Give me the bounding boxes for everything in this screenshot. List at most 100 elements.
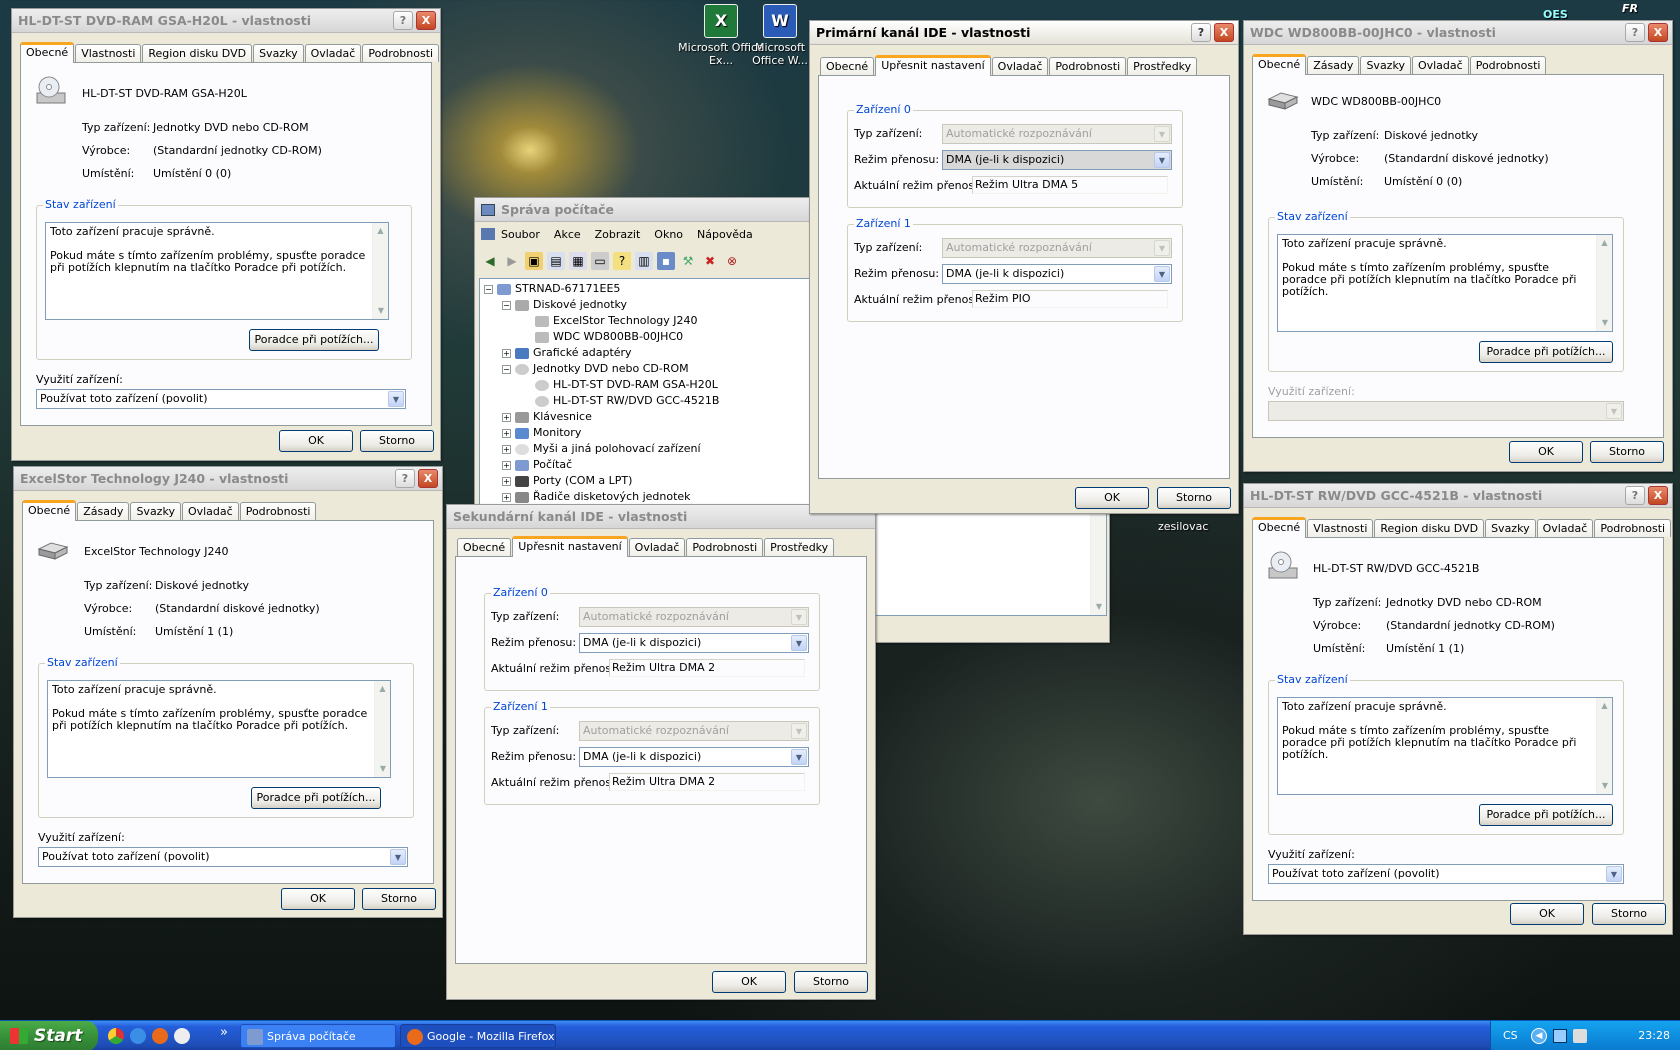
chevron-down-icon[interactable]: ▼ xyxy=(388,391,404,407)
close-button[interactable]: X xyxy=(416,11,436,30)
tab-volumes[interactable]: Svazky xyxy=(1360,56,1411,74)
close-button[interactable]: X xyxy=(1648,23,1668,42)
status-textarea[interactable]: Toto zařízení pracuje správně. Pokud mát… xyxy=(1277,697,1613,795)
taskbar-item-firefox[interactable]: Google - Mozilla Firefox xyxy=(400,1024,556,1048)
tab-details[interactable]: Podrobnosti xyxy=(239,502,317,520)
chevron-down-icon[interactable]: ▼ xyxy=(390,849,406,865)
tab-properties[interactable]: Vlastnosti xyxy=(1307,519,1374,537)
uninstall-icon[interactable]: ✖ xyxy=(701,252,719,270)
media-player-icon[interactable] xyxy=(174,1028,190,1044)
tree-node-ports[interactable]: + Porty (COM a LPT) xyxy=(502,473,632,488)
scroll-down-icon[interactable]: ▼ xyxy=(1091,599,1106,615)
tray-expand-icon[interactable]: ◀ xyxy=(1531,1028,1547,1044)
scroll-up-icon[interactable]: ▲ xyxy=(373,223,388,239)
transfer-mode-select[interactable]: DMA (je-li k dispozici) ▼ xyxy=(579,633,809,653)
device-type-select[interactable]: Automatické rozpoznávání ▼ xyxy=(942,124,1172,144)
tree-node-disk-drives[interactable]: − Diskové jednotky xyxy=(502,297,627,312)
usage-select[interactable]: Používat toto zařízení (povolit) ▼ xyxy=(36,389,406,409)
menu-item-action[interactable]: Akce xyxy=(554,228,581,241)
tab-resources[interactable]: Prostředky xyxy=(764,538,835,556)
tree-node-computer[interactable]: − STRNAD-67171EE5 xyxy=(484,281,620,296)
tab-advanced[interactable]: Upřesnit nastavení xyxy=(875,55,991,76)
tree-node-keyboards[interactable]: + Klávesnice xyxy=(502,409,592,424)
title-bar[interactable]: HL-DT-ST DVD-RAM GSA-H20L - vlastnosti ?… xyxy=(12,9,440,33)
tab-driver[interactable]: Ovladač xyxy=(1411,56,1469,74)
cancel-button[interactable]: Storno xyxy=(360,430,434,452)
tab-general[interactable]: Obecné xyxy=(1252,54,1307,75)
disable-icon[interactable]: ⊗ xyxy=(723,252,741,270)
scroll-down-icon[interactable]: ▼ xyxy=(375,761,391,777)
tab-properties[interactable]: Vlastnosti xyxy=(75,44,142,62)
network-icon[interactable] xyxy=(1553,1029,1567,1043)
status-textarea[interactable]: Toto zařízení pracuje správně. Pokud mát… xyxy=(45,222,389,320)
firefox-icon[interactable] xyxy=(152,1028,168,1044)
tab-details[interactable]: Podrobnosti xyxy=(686,538,764,556)
tree-node-gsa-h20l[interactable]: HL-DT-ST DVD-RAM GSA-H20L xyxy=(535,377,718,392)
tab-resources[interactable]: Prostředky xyxy=(1127,57,1198,75)
volume-icon[interactable] xyxy=(1573,1029,1587,1043)
cancel-button[interactable]: Storno xyxy=(362,888,436,910)
tab-general[interactable]: Obecné xyxy=(1252,517,1307,538)
expand-icon[interactable]: + xyxy=(502,412,511,422)
back-icon[interactable]: ◀ xyxy=(481,252,499,270)
tab-driver[interactable]: Ovladač xyxy=(1536,519,1594,537)
tree-node-display-adapters[interactable]: + Grafické adaptéry xyxy=(502,345,632,360)
troubleshoot-button[interactable]: Poradce při potížích... xyxy=(1479,804,1613,826)
title-bar[interactable]: Primární kanál IDE - vlastnosti ? X xyxy=(810,21,1238,45)
help-button[interactable]: ? xyxy=(1625,23,1645,42)
ok-button[interactable]: OK xyxy=(1075,487,1149,509)
troubleshoot-button[interactable]: Poradce při potížích... xyxy=(251,787,381,809)
quick-launch-chevron[interactable]: » xyxy=(220,1025,228,1040)
close-button[interactable]: X xyxy=(418,469,438,488)
scroll-down-icon[interactable]: ▼ xyxy=(1597,778,1613,794)
tree-node-floppy-controllers[interactable]: + Řadiče disketových jednotek xyxy=(502,489,691,504)
help-button[interactable]: ? xyxy=(1625,486,1645,505)
collapse-icon[interactable]: − xyxy=(502,300,511,310)
ok-button[interactable]: OK xyxy=(1509,441,1583,463)
usage-select[interactable]: Používat toto zařízení (povolit) ▼ xyxy=(38,847,408,867)
usage-select[interactable]: Používat toto zařízení (povolit) ▼ xyxy=(1268,864,1624,884)
expand-icon[interactable]: + xyxy=(502,460,511,470)
expand-icon[interactable]: + xyxy=(502,444,511,454)
menu-item-window[interactable]: Okno xyxy=(654,228,683,241)
tab-advanced[interactable]: Upřesnit nastavení xyxy=(512,536,628,557)
status-textarea[interactable]: Toto zařízení pracuje správně. Pokud mát… xyxy=(1277,234,1613,332)
forward-icon[interactable]: ▶ xyxy=(503,252,521,270)
help-button[interactable]: ? xyxy=(395,469,415,488)
vertical-scrollbar[interactable]: ▲▼ xyxy=(374,681,390,777)
troubleshoot-button[interactable]: Poradce při potížích... xyxy=(249,329,379,351)
chevron-down-icon[interactable]: ▼ xyxy=(791,749,807,765)
tab-policies[interactable]: Zásady xyxy=(1307,56,1360,74)
expand-icon[interactable]: + xyxy=(502,348,511,358)
tab-driver[interactable]: Ovladač xyxy=(304,44,362,62)
cancel-button[interactable]: Storno xyxy=(1590,441,1664,463)
cancel-button[interactable]: Storno xyxy=(1157,487,1231,509)
chrome-icon[interactable] xyxy=(108,1028,124,1044)
cancel-button[interactable]: Storno xyxy=(1592,903,1666,925)
close-button[interactable]: X xyxy=(1648,486,1668,505)
scroll-up-icon[interactable]: ▲ xyxy=(375,681,390,697)
show-hide-tree-icon[interactable]: ▤ xyxy=(547,252,565,270)
tab-general[interactable]: Obecné xyxy=(820,57,875,75)
tab-details[interactable]: Podrobnosti xyxy=(362,44,440,62)
vertical-scrollbar[interactable]: ▲▼ xyxy=(372,223,388,319)
transfer-mode-select[interactable]: DMA (je-li k dispozici) ▼ xyxy=(942,264,1172,284)
tab-volumes[interactable]: Svazky xyxy=(1485,519,1536,537)
scroll-up-icon[interactable]: ▲ xyxy=(1597,235,1612,251)
device-type-select[interactable]: Automatické rozpoznávání ▼ xyxy=(942,238,1172,258)
close-button[interactable]: X xyxy=(1214,23,1234,42)
console-icon[interactable] xyxy=(481,228,495,240)
device-type-select[interactable]: Automatické rozpoznávání ▼ xyxy=(579,607,809,627)
chevron-down-icon[interactable]: ▼ xyxy=(1154,266,1170,282)
desktop-icon-word[interactable]: W Microsoft Office W... xyxy=(752,4,808,67)
menu-item-file[interactable]: Soubor xyxy=(501,228,540,241)
ok-button[interactable]: OK xyxy=(712,971,786,993)
chevron-down-icon[interactable]: ▼ xyxy=(1154,152,1170,168)
cancel-button[interactable]: Storno xyxy=(794,971,868,993)
expand-icon[interactable]: + xyxy=(502,492,511,502)
ok-button[interactable]: OK xyxy=(279,430,353,452)
tab-driver[interactable]: Ovladač xyxy=(181,502,239,520)
troubleshoot-button[interactable]: Poradce při potížích... xyxy=(1479,341,1613,363)
ok-button[interactable]: OK xyxy=(1510,903,1584,925)
tab-dvd-region[interactable]: Region disku DVD xyxy=(142,44,253,62)
